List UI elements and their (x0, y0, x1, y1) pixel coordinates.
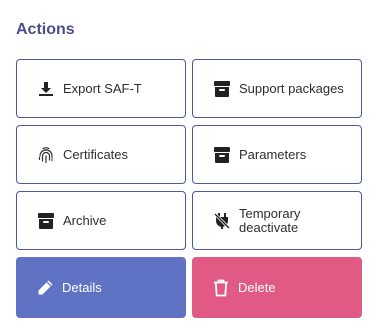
delete-label: Delete (238, 280, 276, 295)
export-saft-label: Export SAF-T (63, 81, 142, 96)
archive-box-icon (36, 211, 56, 231)
delete-button[interactable]: Delete (192, 257, 362, 318)
archive-box-icon (212, 79, 232, 99)
parameters-button[interactable]: Parameters (192, 125, 362, 184)
unplug-icon (212, 211, 232, 231)
support-packages-label: Support packages (239, 81, 344, 96)
support-packages-button[interactable]: Support packages (192, 59, 362, 118)
actions-grid: Export SAF-T Support packages Certificat… (16, 59, 362, 318)
certificates-label: Certificates (63, 147, 129, 162)
archive-box-icon (212, 145, 232, 165)
export-saft-button[interactable]: Export SAF-T (16, 59, 186, 118)
details-button[interactable]: Details (16, 257, 186, 318)
archive-button[interactable]: Archive (16, 191, 186, 250)
details-label: Details (62, 280, 102, 295)
temporary-deactivate-label: Temporary deactivate (239, 205, 301, 235)
actions-title: Actions (16, 21, 75, 38)
pencil-icon (35, 278, 55, 298)
trash-icon (211, 278, 231, 298)
parameters-label: Parameters (239, 147, 307, 162)
fingerprint-icon (36, 145, 56, 165)
download-icon (36, 79, 56, 99)
actions-panel: Actions Export SAF-T Support packages Ce… (16, 18, 362, 318)
archive-label: Archive (63, 213, 107, 228)
certificates-button[interactable]: Certificates (16, 125, 186, 184)
temporary-deactivate-button[interactable]: Temporary deactivate (192, 191, 362, 250)
